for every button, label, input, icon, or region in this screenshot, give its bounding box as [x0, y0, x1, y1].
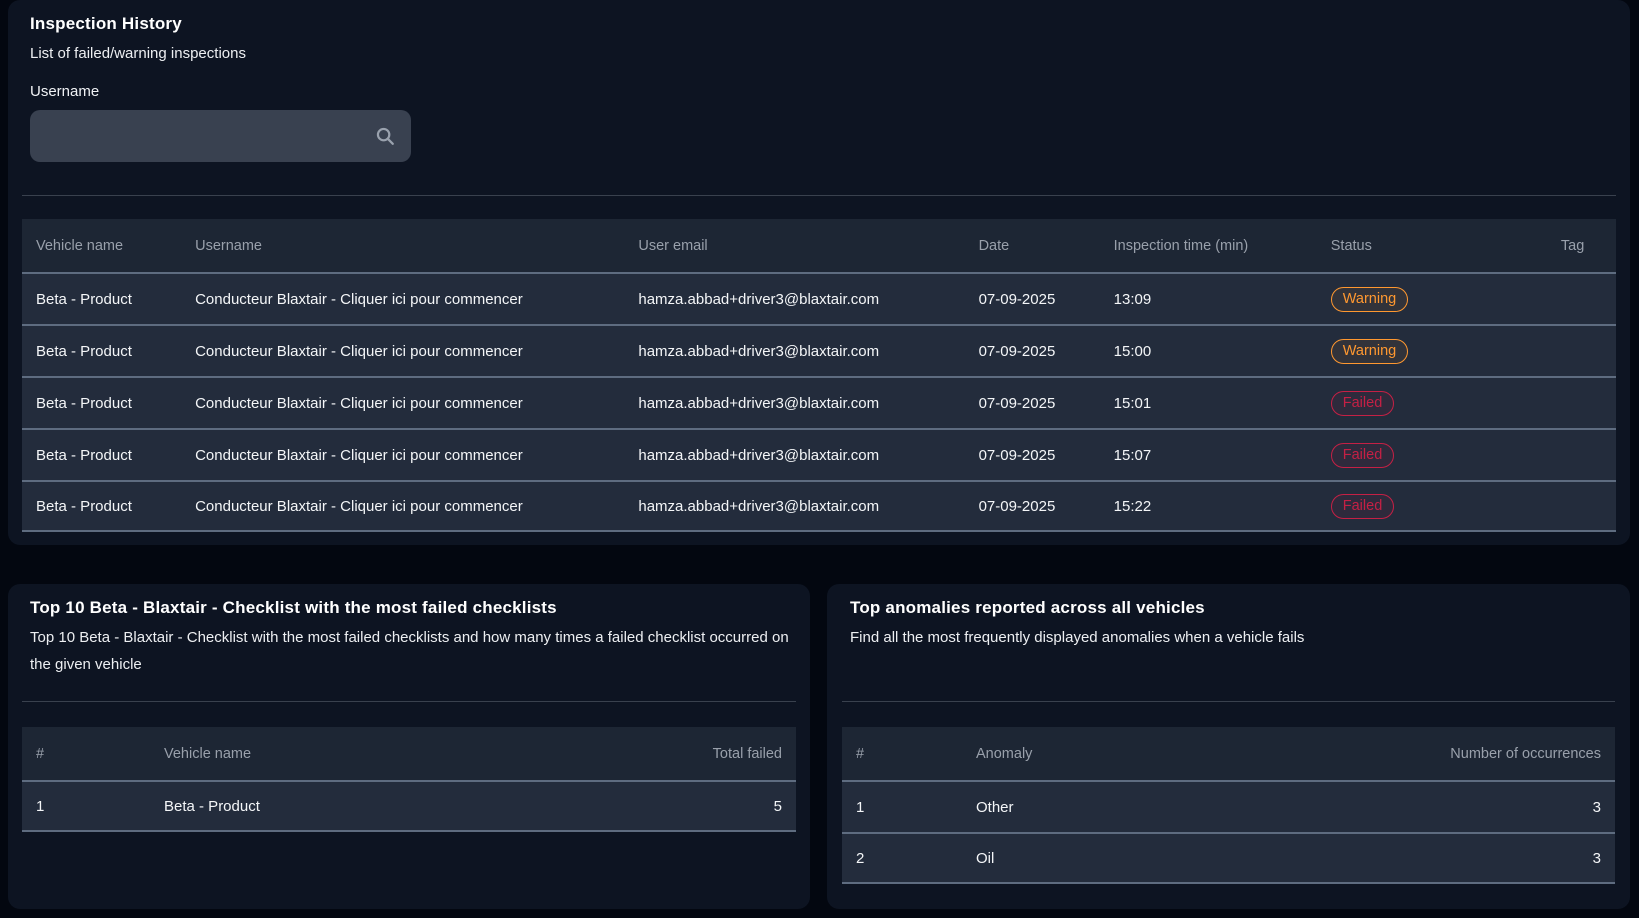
anomaly-cell: Oil	[962, 832, 1375, 884]
date-cell: 07-09-2025	[965, 480, 1100, 532]
col-anomaly[interactable]: Anomaly	[962, 727, 1375, 780]
table-header-row: # Vehicle name Total failed	[22, 727, 796, 780]
status-cell: Failed	[1317, 428, 1547, 480]
table-row[interactable]: Beta - Product Conducteur Blaxtair - Cli…	[22, 480, 1616, 532]
panel-subtitle: Top 10 Beta - Blaxtair - Checklist with …	[22, 624, 796, 678]
table-row[interactable]: 2 Oil 3	[842, 832, 1615, 884]
table-header-row: # Anomaly Number of occurrences	[842, 727, 1615, 780]
table-row[interactable]: 1 Other 3	[842, 780, 1615, 832]
col-inspection-time[interactable]: Inspection time (min)	[1100, 219, 1317, 272]
panel-title: Inspection History	[22, 0, 1616, 34]
user-email-cell: hamza.abbad+driver3@blaxtair.com	[624, 376, 964, 428]
inspection-history-panel: Inspection History List of failed/warnin…	[8, 0, 1630, 545]
user-email-cell: hamza.abbad+driver3@blaxtair.com	[624, 324, 964, 376]
filter-divider	[22, 195, 1616, 196]
status-cell: Warning	[1317, 272, 1547, 324]
tag-cell	[1547, 480, 1616, 532]
username-search-input[interactable]	[30, 110, 411, 162]
date-cell: 07-09-2025	[965, 376, 1100, 428]
user-email-cell: hamza.abbad+driver3@blaxtair.com	[624, 428, 964, 480]
username-cell: Conducteur Blaxtair - Cliquer ici pour c…	[181, 480, 624, 532]
search-icon	[374, 125, 396, 147]
date-cell: 07-09-2025	[965, 324, 1100, 376]
anomaly-cell: Other	[962, 780, 1375, 832]
vehicle-name-cell: Beta - Product	[22, 324, 181, 376]
top-failed-checklists-panel: Top 10 Beta - Blaxtair - Checklist with …	[8, 584, 810, 909]
inspections-table: Vehicle name Username User email Date In…	[22, 219, 1616, 532]
panel-title: Top anomalies reported across all vehicl…	[842, 584, 1615, 618]
username-cell: Conducteur Blaxtair - Cliquer ici pour c…	[181, 324, 624, 376]
username-cell: Conducteur Blaxtair - Cliquer ici pour c…	[181, 272, 624, 324]
panel-subtitle: List of failed/warning inspections	[22, 40, 1616, 67]
panel-divider	[842, 701, 1615, 702]
table-row[interactable]: Beta - Product Conducteur Blaxtair - Cli…	[22, 428, 1616, 480]
panel-title: Top 10 Beta - Blaxtair - Checklist with …	[22, 584, 796, 618]
vehicle-name-cell: Beta - Product	[22, 480, 181, 532]
tag-cell	[1547, 376, 1616, 428]
col-rank[interactable]: #	[842, 727, 962, 780]
status-badge: Warning	[1331, 287, 1408, 312]
status-badge: Failed	[1331, 443, 1395, 468]
col-username[interactable]: Username	[181, 219, 624, 272]
col-occurrences[interactable]: Number of occurrences	[1375, 727, 1615, 780]
col-status[interactable]: Status	[1317, 219, 1547, 272]
col-tag[interactable]: Tag	[1547, 219, 1616, 272]
rank-cell: 1	[842, 780, 962, 832]
col-user-email[interactable]: User email	[624, 219, 964, 272]
status-badge: Failed	[1331, 494, 1395, 519]
col-total-failed[interactable]: Total failed	[616, 727, 796, 780]
table-header-row: Vehicle name Username User email Date In…	[22, 219, 1616, 272]
top-anomalies-table: # Anomaly Number of occurrences 1 Other …	[842, 727, 1615, 884]
status-cell: Failed	[1317, 480, 1547, 532]
tag-cell	[1547, 428, 1616, 480]
tag-cell	[1547, 272, 1616, 324]
occurrences-cell: 3	[1375, 780, 1615, 832]
col-vehicle-name[interactable]: Vehicle name	[150, 727, 616, 780]
vehicle-name-cell: Beta - Product	[150, 780, 616, 832]
rank-cell: 1	[22, 780, 150, 832]
inspection-time-cell: 15:01	[1100, 376, 1317, 428]
inspection-time-cell: 15:22	[1100, 480, 1317, 532]
table-row[interactable]: Beta - Product Conducteur Blaxtair - Cli…	[22, 272, 1616, 324]
col-rank[interactable]: #	[22, 727, 150, 780]
panel-divider	[22, 701, 796, 702]
top-failed-table: # Vehicle name Total failed 1 Beta - Pro…	[22, 727, 796, 832]
status-cell: Warning	[1317, 324, 1547, 376]
username-cell: Conducteur Blaxtair - Cliquer ici pour c…	[181, 376, 624, 428]
inspection-time-cell: 15:07	[1100, 428, 1317, 480]
status-cell: Failed	[1317, 376, 1547, 428]
rank-cell: 2	[842, 832, 962, 884]
status-badge: Failed	[1331, 391, 1395, 416]
user-email-cell: hamza.abbad+driver3@blaxtair.com	[624, 272, 964, 324]
date-cell: 07-09-2025	[965, 272, 1100, 324]
top-anomalies-panel: Top anomalies reported across all vehicl…	[827, 584, 1630, 909]
table-row[interactable]: 1 Beta - Product 5	[22, 780, 796, 832]
table-row[interactable]: Beta - Product Conducteur Blaxtair - Cli…	[22, 376, 1616, 428]
tag-cell	[1547, 324, 1616, 376]
status-badge: Warning	[1331, 339, 1408, 364]
user-email-cell: hamza.abbad+driver3@blaxtair.com	[624, 480, 964, 532]
username-filter-label: Username	[22, 81, 1616, 102]
panel-subtitle: Find all the most frequently displayed a…	[842, 624, 1615, 651]
vehicle-name-cell: Beta - Product	[22, 376, 181, 428]
date-cell: 07-09-2025	[965, 428, 1100, 480]
table-row[interactable]: Beta - Product Conducteur Blaxtair - Cli…	[22, 324, 1616, 376]
username-search-box[interactable]	[30, 110, 411, 162]
username-cell: Conducteur Blaxtair - Cliquer ici pour c…	[181, 428, 624, 480]
vehicle-name-cell: Beta - Product	[22, 272, 181, 324]
vehicle-name-cell: Beta - Product	[22, 428, 181, 480]
total-failed-cell: 5	[616, 780, 796, 832]
col-vehicle-name[interactable]: Vehicle name	[22, 219, 181, 272]
inspection-time-cell: 13:09	[1100, 272, 1317, 324]
inspection-time-cell: 15:00	[1100, 324, 1317, 376]
occurrences-cell: 3	[1375, 832, 1615, 884]
col-date[interactable]: Date	[965, 219, 1100, 272]
